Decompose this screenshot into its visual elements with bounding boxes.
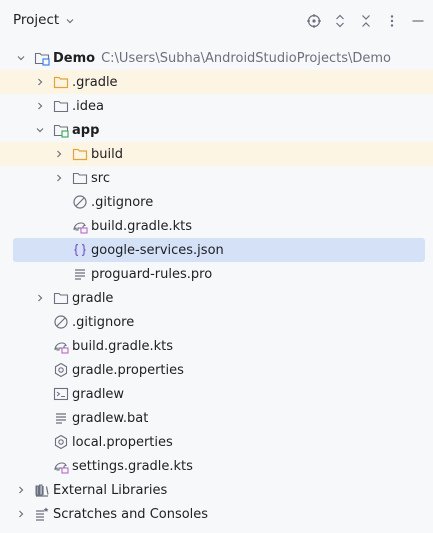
android-module-icon bbox=[53, 122, 69, 138]
chevron-down-icon[interactable] bbox=[13, 50, 29, 66]
module-folder-icon bbox=[34, 50, 50, 66]
tree-label: gradle bbox=[72, 290, 114, 306]
tree-label: local.properties bbox=[72, 434, 173, 450]
gradle-icon bbox=[72, 218, 88, 234]
tree-label: gradlew bbox=[72, 386, 125, 402]
tree-label: build.gradle.kts bbox=[91, 218, 193, 234]
tree-label: app bbox=[72, 122, 100, 138]
chevron-down-icon bbox=[66, 18, 74, 23]
more-icon[interactable] bbox=[381, 10, 403, 32]
folder-icon bbox=[53, 98, 69, 114]
tree-row-idea[interactable]: .idea bbox=[0, 94, 433, 118]
tree-label: .gitignore bbox=[72, 314, 135, 330]
chevron-right-icon[interactable] bbox=[32, 74, 48, 90]
tree-label: .idea bbox=[72, 98, 104, 114]
chevron-down-icon[interactable] bbox=[32, 122, 48, 138]
tree-row-dot-gradle[interactable]: .gradle bbox=[0, 70, 433, 94]
tree-row-app-build[interactable]: build bbox=[0, 142, 433, 166]
tree-row-scratches[interactable]: Scratches and Consoles bbox=[0, 502, 433, 526]
library-icon bbox=[34, 482, 50, 498]
tree-label: build bbox=[91, 146, 123, 162]
panel-title: Project bbox=[13, 12, 60, 28]
text-file-icon bbox=[72, 266, 88, 282]
tree-label: google-services.json bbox=[91, 242, 224, 258]
tree-row-demo[interactable]: Demo C:\Users\Subha\AndroidStudioProjects… bbox=[0, 46, 433, 70]
json-file-icon bbox=[72, 242, 88, 258]
chevron-right-icon[interactable] bbox=[13, 506, 29, 522]
tree-label: gradlew.bat bbox=[72, 410, 149, 426]
tree-row-app-gitignore[interactable]: .gitignore bbox=[0, 190, 433, 214]
panel-toolbar bbox=[303, 10, 429, 32]
chevron-right-icon[interactable] bbox=[32, 290, 48, 306]
tree-label: proguard-rules.pro bbox=[91, 266, 213, 282]
panel-header: Project bbox=[0, 0, 433, 42]
expand-all-icon[interactable] bbox=[329, 10, 351, 32]
gradle-icon bbox=[53, 338, 69, 354]
ignore-file-icon bbox=[72, 194, 88, 210]
tree-row-app[interactable]: app bbox=[0, 118, 433, 142]
chevron-right-icon[interactable] bbox=[51, 170, 67, 186]
scratches-icon bbox=[34, 506, 50, 522]
tree-row-gradle-folder[interactable]: gradle bbox=[0, 286, 433, 310]
folder-icon bbox=[53, 290, 69, 306]
chevron-right-icon[interactable] bbox=[13, 482, 29, 498]
gradle-icon bbox=[53, 458, 69, 474]
tree-row-root-build-gradle[interactable]: build.gradle.kts bbox=[0, 334, 433, 358]
hide-icon[interactable] bbox=[407, 10, 429, 32]
folder-icon bbox=[72, 170, 88, 186]
collapse-all-icon[interactable] bbox=[355, 10, 377, 32]
ignore-file-icon bbox=[53, 314, 69, 330]
tree-label: src bbox=[91, 170, 110, 186]
chevron-right-icon[interactable] bbox=[51, 146, 67, 162]
project-view-selector[interactable]: Project bbox=[13, 12, 75, 28]
tree-label: settings.gradle.kts bbox=[72, 458, 193, 474]
tree-row-settings-gradle[interactable]: settings.gradle.kts bbox=[0, 454, 433, 478]
tree-row-app-src[interactable]: src bbox=[0, 166, 433, 190]
tree-label: build.gradle.kts bbox=[72, 338, 174, 354]
root-project-path: C:\Users\Subha\AndroidStudioProjects\Dem… bbox=[101, 50, 391, 66]
tree-label: .gradle bbox=[72, 74, 118, 90]
tree-row-root-gitignore[interactable]: .gitignore bbox=[0, 310, 433, 334]
tree-row-gradle-properties[interactable]: gradle.properties bbox=[0, 358, 433, 382]
tree-row-proguard[interactable]: proguard-rules.pro bbox=[0, 262, 433, 286]
tree-row-gradlew-bat[interactable]: gradlew.bat bbox=[0, 406, 433, 430]
root-project-name: Demo bbox=[53, 50, 96, 66]
shell-script-icon bbox=[53, 386, 69, 402]
excluded-folder-icon bbox=[53, 74, 69, 90]
tree-row-app-build-gradle[interactable]: build.gradle.kts bbox=[0, 214, 433, 238]
locate-icon[interactable] bbox=[303, 10, 325, 32]
tree-label: .gitignore bbox=[91, 194, 154, 210]
tree-row-google-services[interactable]: google-services.json bbox=[13, 238, 425, 262]
settings-file-icon bbox=[53, 362, 69, 378]
settings-file-icon bbox=[53, 434, 69, 450]
tree-label: Scratches and Consoles bbox=[53, 506, 209, 522]
tree-label: External Libraries bbox=[53, 482, 168, 498]
tree-label: gradle.properties bbox=[72, 362, 184, 378]
chevron-right-icon[interactable] bbox=[32, 98, 48, 114]
tree-row-gradlew[interactable]: gradlew bbox=[0, 382, 433, 406]
excluded-folder-icon bbox=[72, 146, 88, 162]
text-file-icon bbox=[53, 410, 69, 426]
tree-row-external-libraries[interactable]: External Libraries bbox=[0, 478, 433, 502]
tree-row-local-properties[interactable]: local.properties bbox=[0, 430, 433, 454]
